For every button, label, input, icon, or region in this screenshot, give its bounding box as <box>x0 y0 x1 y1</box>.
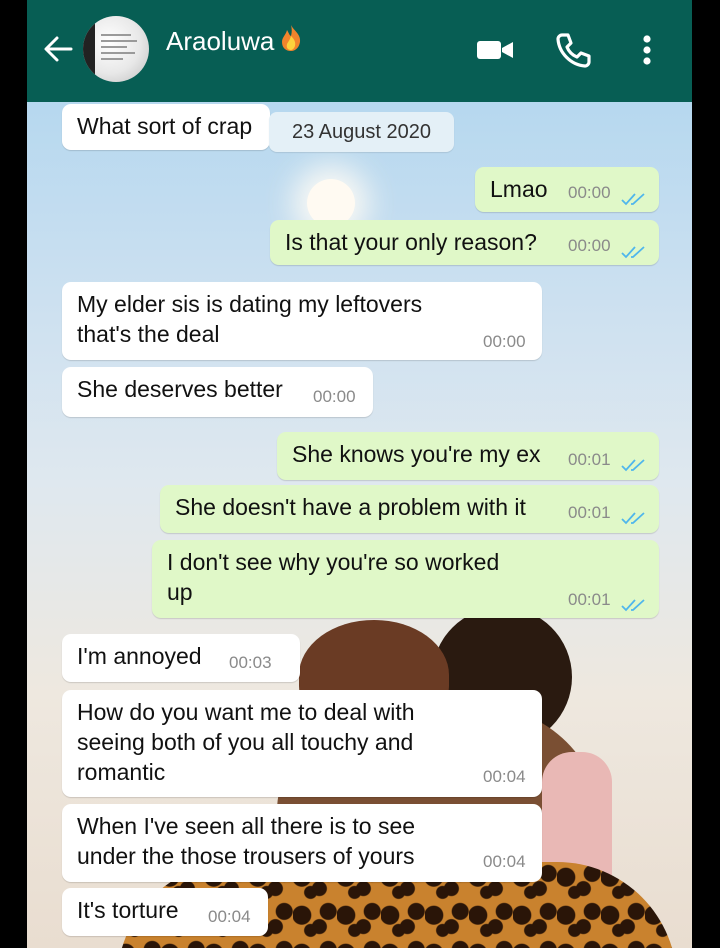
message-text: My elder sis is dating my leftovers that… <box>77 291 423 347</box>
message-text: She deserves better <box>77 376 283 402</box>
message-text: What sort of crap <box>77 113 253 139</box>
message-bubble-incoming[interactable]: How do you want me to deal with seeing b… <box>62 690 542 797</box>
message-time: 00:00 <box>483 332 526 351</box>
read-ticks-icon <box>621 237 647 259</box>
message-time: 00:03 <box>229 653 272 672</box>
message-time: 00:04 <box>483 852 526 871</box>
message-text: When I've seen all there is to see under… <box>77 813 416 869</box>
message-time: 00:00 <box>313 387 356 406</box>
voice-call-icon[interactable] <box>553 30 593 70</box>
message-bubble-outgoing[interactable]: Lmao 00:00 <box>475 167 659 212</box>
message-bubble-incoming[interactable]: I'm annoyed 00:03 <box>62 634 300 682</box>
message-bubble-incoming[interactable]: She deserves better 00:00 <box>62 367 373 417</box>
message-text: Is that your only reason? <box>285 229 537 255</box>
message-bubble-outgoing[interactable]: I don't see why you're so worked up 00:0… <box>152 540 659 618</box>
screen-frame-left <box>0 0 27 948</box>
chat-area[interactable]: 23 August 2020 What sort of crap Lmao 00… <box>27 102 692 948</box>
message-bubble-incoming[interactable]: It's torture 00:04 <box>62 888 268 936</box>
message-time: 00:01 <box>568 450 611 469</box>
read-ticks-icon <box>621 450 647 472</box>
message-time: 00:04 <box>208 907 251 926</box>
message-bubble-incoming[interactable]: My elder sis is dating my leftovers that… <box>62 282 542 360</box>
message-text: How do you want me to deal with seeing b… <box>77 699 415 785</box>
message-time: 00:00 <box>568 183 611 202</box>
fire-emoji-icon <box>280 24 302 59</box>
message-bubble-outgoing[interactable]: She knows you're my ex 00:01 <box>277 432 659 480</box>
message-bubble-outgoing[interactable]: She doesn't have a problem with it 00:01 <box>160 485 659 533</box>
message-text: I don't see why you're so worked up <box>167 549 500 605</box>
message-text: She knows you're my ex <box>292 441 541 467</box>
more-options-icon[interactable] <box>627 30 667 70</box>
back-arrow-icon[interactable] <box>41 32 75 66</box>
message-text: She doesn't have a problem with it <box>175 494 526 520</box>
message-text: Lmao <box>490 176 548 202</box>
contact-name-text: Araoluwa <box>166 26 275 56</box>
date-divider: 23 August 2020 <box>269 112 454 152</box>
video-call-icon[interactable] <box>475 30 515 70</box>
read-ticks-icon <box>621 184 647 206</box>
message-text: I'm annoyed <box>77 643 202 669</box>
message-time: 00:01 <box>568 503 611 522</box>
read-ticks-icon <box>621 590 647 612</box>
message-text: It's torture <box>77 897 179 923</box>
message-time: 00:00 <box>568 236 611 255</box>
chat-app: Araoluwa 23 August 2020 What sort of cra… <box>27 0 692 948</box>
message-time: 00:01 <box>568 590 611 609</box>
message-bubble-incoming[interactable]: What sort of crap <box>62 104 270 150</box>
message-time: 00:04 <box>483 767 526 786</box>
read-ticks-icon <box>621 503 647 525</box>
avatar[interactable] <box>83 16 149 82</box>
contact-name[interactable]: Araoluwa <box>166 24 302 59</box>
message-bubble-outgoing[interactable]: Is that your only reason? 00:00 <box>270 220 659 265</box>
screen-frame-right <box>692 0 720 948</box>
chat-header: Araoluwa <box>27 0 692 102</box>
message-bubble-incoming[interactable]: When I've seen all there is to see under… <box>62 804 542 882</box>
